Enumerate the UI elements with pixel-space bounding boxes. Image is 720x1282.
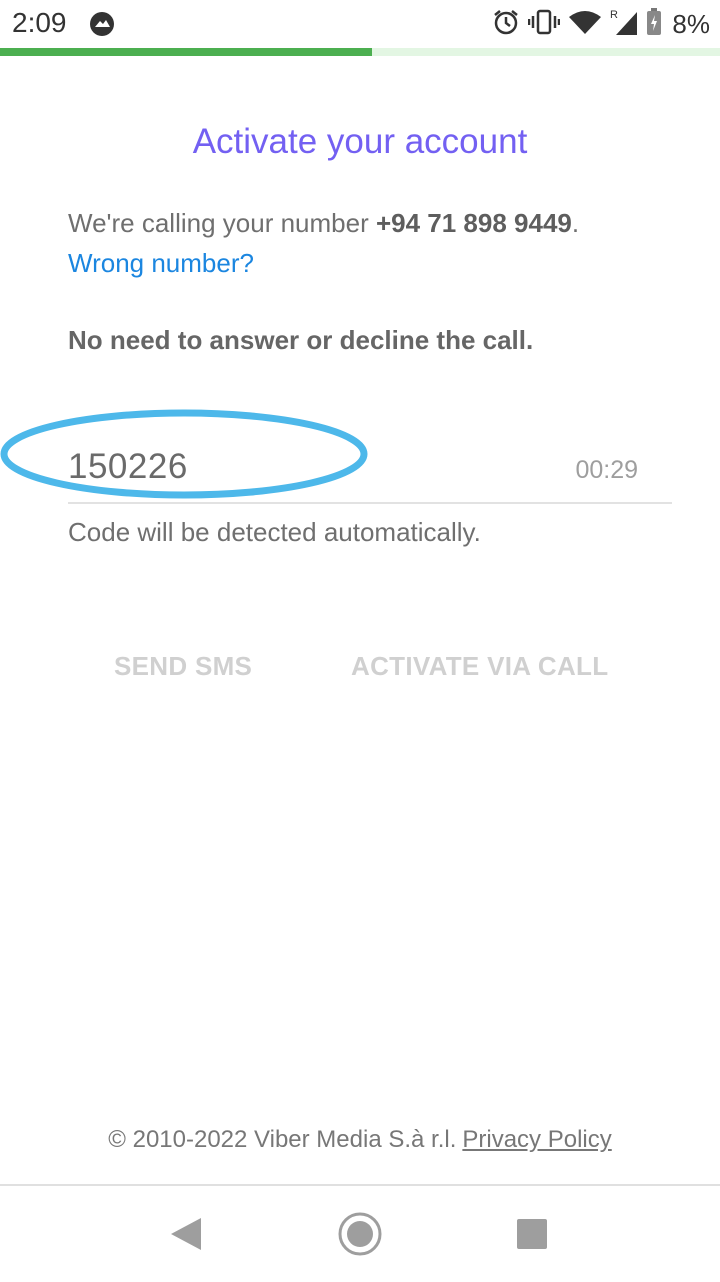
battery-percent: 8% [672, 9, 710, 39]
recents-icon[interactable] [508, 1210, 556, 1258]
calling-message: We're calling your number +94 71 898 944… [68, 208, 579, 239]
send-sms-button[interactable]: SEND SMS [114, 651, 252, 682]
status-icons: R 8% [492, 8, 710, 41]
phone-number: +94 71 898 9449 [375, 208, 572, 238]
wifi-icon [568, 9, 602, 40]
vibrate-icon [528, 9, 561, 40]
svg-text:R: R [610, 9, 618, 21]
footer: © 2010-2022 Viber Media S.à r.l. Privacy … [0, 1126, 720, 1154]
activation-code-input[interactable]: 150226 [68, 447, 188, 487]
no-need-note: No need to answer or decline the call. [68, 325, 534, 355]
calling-prefix: We're calling your number [68, 208, 376, 238]
wrong-number-link[interactable]: Wrong number? [68, 248, 254, 279]
navigation-bar [0, 1184, 720, 1282]
status-time: 2:09 [12, 7, 67, 38]
progress-bar [0, 48, 720, 56]
progress-fill [0, 48, 373, 56]
alarm-icon [492, 8, 520, 41]
countdown-timer: 00:29 [575, 456, 638, 484]
battery-icon [646, 8, 662, 41]
privacy-policy-link[interactable]: Privacy Policy [462, 1126, 611, 1153]
copyright-text: © 2010-2022 Viber Media S.à r.l. [108, 1126, 457, 1153]
calling-suffix: . [571, 208, 580, 238]
app-notification-icon [89, 11, 115, 42]
status-bar: 2:09 R 8% [0, 0, 720, 48]
activate-via-call-button[interactable]: ACTIVATE VIA CALL [351, 651, 608, 682]
page-title: Activate your account [192, 122, 528, 161]
code-input-underline [68, 502, 672, 504]
back-icon[interactable] [161, 1210, 209, 1258]
roaming-signal-icon: R [610, 8, 638, 41]
auto-detect-note: Code will be detected automatically. [68, 517, 481, 547]
home-icon[interactable] [336, 1210, 384, 1258]
